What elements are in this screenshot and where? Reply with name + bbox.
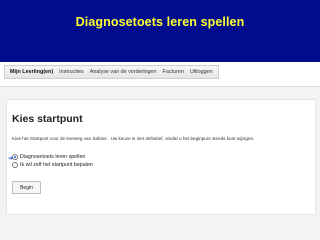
begin-button[interactable]: Begin [12, 181, 41, 194]
nav-item-instructies[interactable]: Instructies [56, 69, 87, 75]
nav-item-uitloggen[interactable]: Uitloggen [187, 69, 216, 75]
nav-item-analyse[interactable]: Analyse van de vorderingen [87, 69, 160, 75]
radio-button-selected[interactable] [12, 154, 18, 160]
option-zelf-bepalen[interactable]: Ik wil zelf het startpunt bepalen [12, 162, 93, 168]
nav-item-facturen[interactable]: Facturen [160, 69, 187, 75]
option-label: Diagnosetoets leren spellen [20, 154, 86, 160]
slide-title: Diagnosetoets leren spellen [75, 15, 245, 29]
option-diagnosetoets[interactable]: Diagnosetoets leren spellen [12, 154, 85, 160]
panel-description: Kies het Startpunt voor de leerweg van S… [12, 136, 255, 141]
radio-button[interactable] [12, 162, 18, 168]
nav-menu: Mijn Leerling(en) Instructies Analyse va… [4, 65, 219, 79]
top-navbar: Mijn Leerling(en) Instructies Analyse va… [0, 62, 320, 87]
slide-header: Diagnosetoets leren spellen [0, 0, 320, 62]
option-label: Ik wil zelf het startpunt bepalen [20, 162, 93, 168]
nav-item-mijn-leerlingen[interactable]: Mijn Leerling(en) [7, 69, 56, 75]
panel-title: Kies startpunt [12, 113, 83, 125]
